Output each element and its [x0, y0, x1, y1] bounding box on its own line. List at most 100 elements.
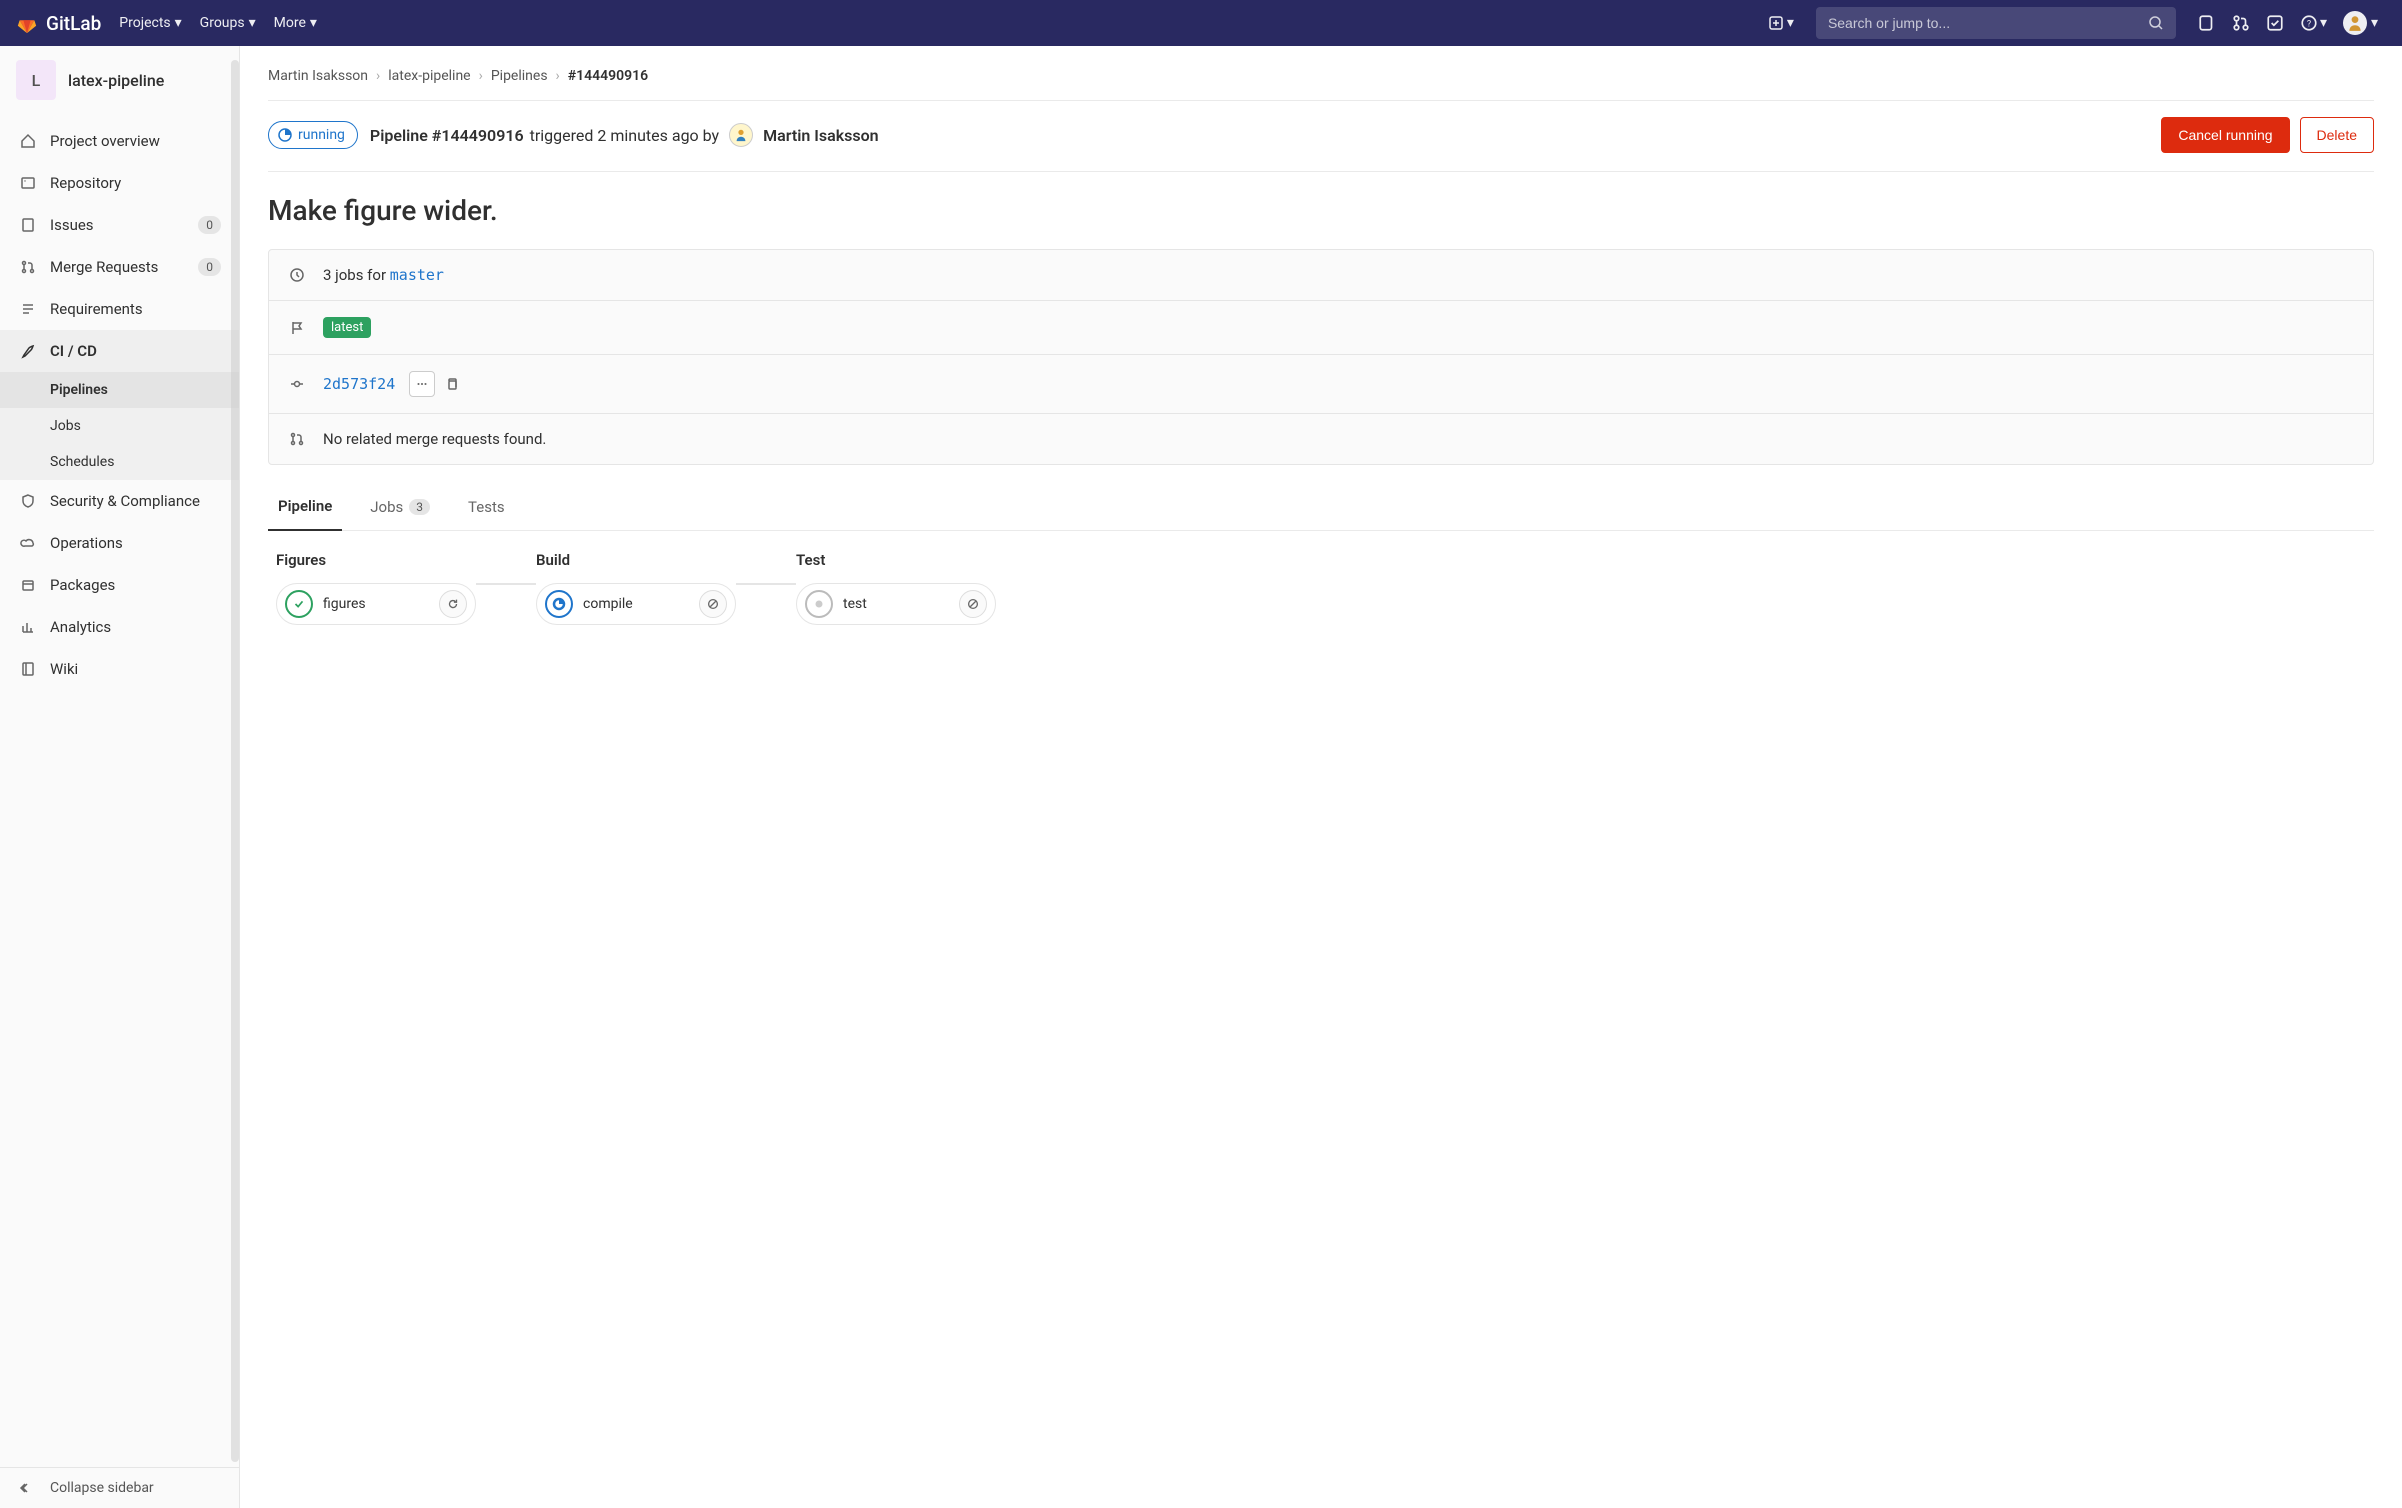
sidebar-subitem-pipelines[interactable]: Pipelines	[0, 372, 239, 408]
pipeline-id: Pipeline #144490916	[370, 126, 524, 145]
jobs-count-text: 3 jobs for	[323, 266, 386, 284]
sidebar-item-project-overview[interactable]: Project overview	[0, 120, 239, 162]
sidebar-item-label: Operations	[50, 534, 123, 552]
cancel-icon[interactable]	[959, 590, 987, 618]
nav-more[interactable]: More▾	[274, 15, 317, 31]
copy-sha-button[interactable]	[439, 371, 465, 397]
commit-sha[interactable]: 2d573f24	[323, 375, 395, 393]
chevron-right-icon: ›	[376, 68, 380, 84]
sidebar-item-label: Merge Requests	[50, 258, 158, 276]
breadcrumb-user[interactable]: Martin Isaksson	[268, 68, 368, 84]
search-input[interactable]	[1828, 15, 2148, 31]
sidebar-item-issues[interactable]: Issues0	[0, 204, 239, 246]
sidebar-subitem-schedules[interactable]: Schedules	[0, 444, 239, 480]
chart-icon	[18, 619, 38, 635]
trigger-text: triggered 2 minutes ago by	[530, 126, 719, 145]
rocket-icon	[18, 343, 38, 359]
status-badge[interactable]: running	[268, 121, 358, 149]
sidebar-item-requirements[interactable]: Requirements	[0, 288, 239, 330]
project-letter-icon: L	[16, 60, 56, 100]
ellipsis-button[interactable]	[409, 371, 435, 397]
tab-jobs-label: Jobs	[370, 498, 403, 516]
retry-icon[interactable]	[439, 590, 467, 618]
breadcrumb: Martin Isaksson › latex-pipeline › Pipel…	[268, 62, 2374, 101]
scrollbar[interactable]	[231, 60, 239, 1462]
author-name[interactable]: Martin Isaksson	[763, 126, 879, 145]
stage-connector	[476, 583, 536, 585]
search-icon	[2148, 15, 2164, 31]
sidebar-item-wiki[interactable]: Wiki	[0, 648, 239, 690]
sidebar-item-operations[interactable]: Operations	[0, 522, 239, 564]
flag-icon	[289, 320, 309, 336]
branch-link[interactable]: master	[390, 266, 444, 284]
shield-icon	[18, 493, 38, 509]
count-badge: 0	[198, 258, 221, 276]
user-menu[interactable]: ▾	[2343, 11, 2378, 35]
job-name: figures	[323, 596, 366, 612]
sidebar-item-label: Requirements	[50, 300, 143, 318]
clock-icon	[289, 267, 309, 283]
nav-more-label: More	[274, 15, 306, 31]
avatar	[2343, 11, 2367, 35]
commit-title: Make figure wider.	[268, 194, 2374, 227]
sidebar-item-analytics[interactable]: Analytics	[0, 606, 239, 648]
sidebar-item-label: Wiki	[50, 660, 78, 678]
sidebar-item-cicd[interactable]: CI / CD	[0, 330, 239, 372]
breadcrumb-pipelines[interactable]: Pipelines	[491, 68, 548, 84]
sidebar-item-label: Issues	[50, 216, 94, 234]
stage-connector	[736, 583, 796, 585]
success-icon	[285, 590, 313, 618]
stage-title: Build	[536, 551, 736, 569]
cancel-running-button[interactable]: Cancel running	[2161, 117, 2289, 153]
avatar[interactable]	[729, 123, 753, 147]
chevron-down-icon: ▾	[2320, 15, 2327, 31]
status-text: running	[298, 127, 345, 143]
issues-icon[interactable]	[2198, 14, 2216, 32]
sidebar-item-repository[interactable]: Repository	[0, 162, 239, 204]
gitlab-logo[interactable]: GitLab	[16, 12, 101, 35]
brand-text: GitLab	[46, 12, 101, 35]
count-badge: 3	[409, 499, 430, 515]
issues-icon	[18, 217, 38, 233]
commit-row: 2d573f24	[269, 355, 2373, 414]
job-figures[interactable]: figures	[276, 583, 476, 625]
nav-groups[interactable]: Groups▾	[200, 15, 256, 31]
package-icon	[18, 577, 38, 593]
delete-button[interactable]: Delete	[2300, 117, 2374, 153]
sidebar-item-label: Security & Compliance	[50, 492, 200, 510]
chevron-right-icon: ›	[556, 68, 560, 84]
sidebar-subitem-jobs[interactable]: Jobs	[0, 408, 239, 444]
latest-tag: latest	[323, 317, 371, 338]
sidebar-item-security[interactable]: Security & Compliance	[0, 480, 239, 522]
job-test[interactable]: test	[796, 583, 996, 625]
sidebar-item-label: Analytics	[50, 618, 111, 636]
sidebar-item-packages[interactable]: Packages	[0, 564, 239, 606]
svg-text:?: ?	[2307, 19, 2311, 29]
job-compile[interactable]: compile	[536, 583, 736, 625]
help-menu[interactable]: ?▾	[2300, 14, 2327, 32]
nav-projects[interactable]: Projects ▾	[119, 15, 181, 31]
sidebar-item-merge-requests[interactable]: Merge Requests 0	[0, 246, 239, 288]
merge-requests-icon[interactable]	[2232, 14, 2250, 32]
todos-icon[interactable]	[2266, 14, 2284, 32]
cancel-icon[interactable]	[699, 590, 727, 618]
chevron-down-icon: ▾	[175, 15, 182, 31]
running-icon	[545, 590, 573, 618]
nav-projects-label: Projects	[119, 15, 170, 31]
plus-menu[interactable]: ▾	[1768, 15, 1794, 31]
collapse-sidebar[interactable]: Collapse sidebar	[0, 1467, 239, 1508]
tab-tests[interactable]: Tests	[458, 483, 515, 530]
collapse-icon	[18, 1480, 38, 1496]
tab-pipeline[interactable]: Pipeline	[268, 483, 342, 531]
global-search[interactable]	[1816, 7, 2176, 39]
stage-title: Test	[796, 551, 996, 569]
breadcrumb-project[interactable]: latex-pipeline	[388, 68, 470, 84]
sidebar-item-label: Repository	[50, 174, 121, 192]
cloud-icon	[18, 535, 38, 551]
gitlab-icon	[16, 12, 38, 34]
stage-title: Figures	[276, 551, 476, 569]
chevron-down-icon: ▾	[249, 15, 256, 31]
tab-jobs[interactable]: Jobs 3	[360, 483, 440, 530]
project-header[interactable]: L latex-pipeline	[0, 46, 239, 114]
sidebar-item-label: Project overview	[50, 132, 160, 150]
